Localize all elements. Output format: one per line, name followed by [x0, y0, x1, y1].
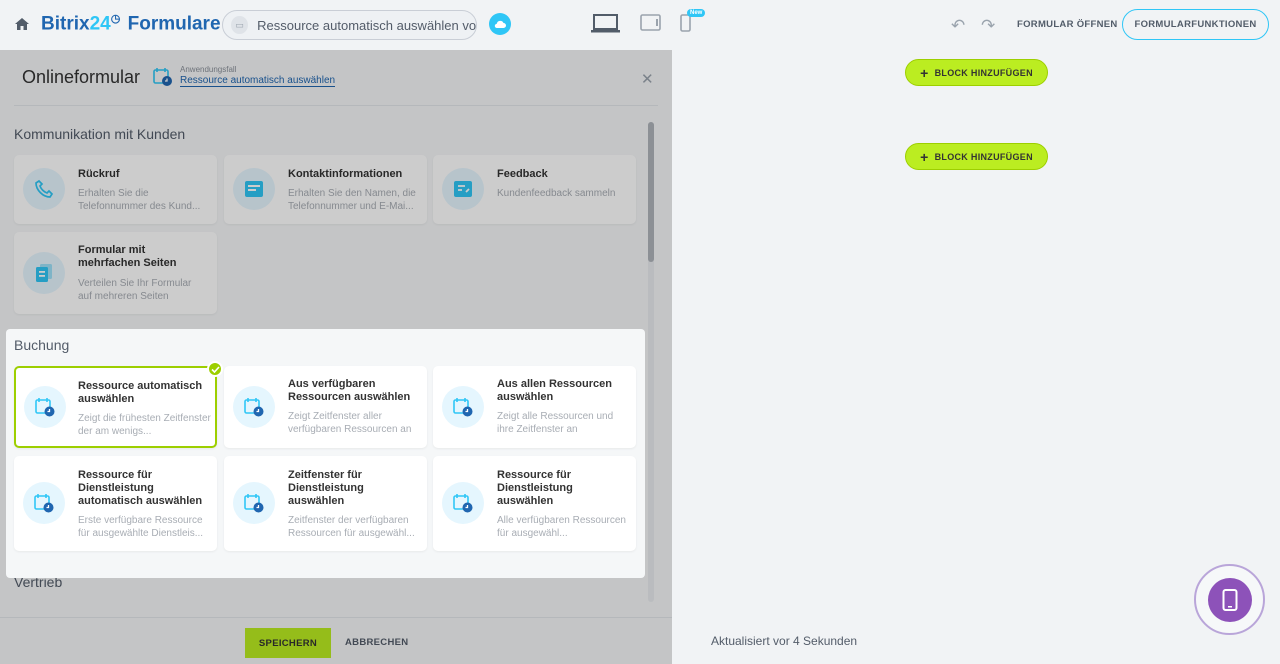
- template-card-contact-info[interactable]: Kontaktinformationen Erhalten Sie den Na…: [224, 155, 427, 224]
- top-bar: Bitrix24◷ Formulare ▭ Ressource automati…: [0, 0, 1280, 50]
- save-button[interactable]: SPEICHERN: [245, 628, 331, 658]
- phone-icon: [1207, 577, 1252, 622]
- home-icon[interactable]: [14, 16, 30, 32]
- last-updated-text: Aktualisiert vor 4 Sekunden: [711, 634, 858, 648]
- feedback-icon: [442, 168, 484, 210]
- template-card-service-resource[interactable]: Ressource für Dienstleistung auswählen A…: [433, 456, 636, 551]
- template-card-auto-resource[interactable]: Ressource automatisch auswählen Zeigt di…: [14, 366, 217, 448]
- calendar-clock-icon: [233, 386, 275, 428]
- usecase-label: Anwendungsfall: [180, 65, 237, 74]
- form-thumbnail-icon: ▭: [231, 16, 249, 34]
- brand-logo: Bitrix24◷ Formulare: [41, 13, 221, 35]
- add-block-button-2[interactable]: + BLOCK HINZUFÜGEN: [905, 143, 1048, 170]
- calendar-clock-icon: [442, 482, 484, 524]
- form-title-text: Ressource automatisch auswählen vo...: [257, 17, 476, 33]
- multipage-icon: [23, 252, 65, 294]
- template-card-available-resources[interactable]: Aus verfügbaren Ressourcen auswählen Zei…: [224, 366, 427, 448]
- tablet-view-icon[interactable]: [640, 14, 661, 31]
- contact-card-icon: [233, 168, 275, 210]
- calendar-clock-icon: [233, 482, 275, 524]
- cancel-button[interactable]: ABBRECHEN: [345, 637, 408, 648]
- template-card-callback[interactable]: Rückruf Erhalten Sie die Telefonnummer d…: [14, 155, 217, 224]
- template-card-service-auto-resource[interactable]: Ressource für Dienstleistung automatisch…: [14, 456, 217, 551]
- template-card-feedback[interactable]: Feedback Kundenfeedback sammeln: [433, 155, 636, 224]
- redo-icon[interactable]: ↷: [981, 16, 995, 36]
- cloud-save-icon[interactable]: [489, 13, 511, 35]
- section-heading-booking: Buchung: [14, 337, 70, 353]
- panel-title: Onlineformular: [22, 67, 141, 87]
- plus-icon: +: [920, 148, 929, 165]
- usecase-link[interactable]: Ressource automatisch auswählen: [180, 75, 336, 87]
- selected-check-icon: [207, 361, 223, 377]
- panel-divider: [14, 105, 658, 106]
- form-title-field[interactable]: ▭ Ressource automatisch auswählen vo...: [222, 10, 477, 40]
- panel-footer: [0, 617, 672, 664]
- open-form-link[interactable]: FORMULAR ÖFFNEN: [1017, 19, 1118, 30]
- form-functions-button[interactable]: FORMULARFUNKTIONEN: [1122, 9, 1269, 40]
- calendar-clock-icon: [24, 386, 66, 428]
- template-card-all-resources[interactable]: Aus allen Ressourcen auswählen Zeigt all…: [433, 366, 636, 448]
- new-badge: New: [687, 9, 706, 17]
- calendar-clock-icon: [23, 482, 65, 524]
- undo-icon[interactable]: ↶: [951, 16, 965, 36]
- close-icon[interactable]: ✕: [641, 70, 654, 88]
- template-card-service-timeslots[interactable]: Zeitfenster für Dienstleistung auswählen…: [224, 456, 427, 551]
- clock-icon: ◷: [110, 13, 121, 25]
- calendar-clock-icon: [442, 386, 484, 428]
- plus-icon: +: [920, 64, 929, 81]
- add-block-button-1[interactable]: + BLOCK HINZUFÜGEN: [905, 59, 1048, 86]
- calendar-icon: [153, 68, 172, 86]
- desktop-view-icon[interactable]: [591, 14, 620, 34]
- phone-call-icon: [23, 168, 65, 210]
- template-card-multipage[interactable]: Formular mit mehrfachen Seiten Verteilen…: [14, 232, 217, 314]
- panel-scrollbar[interactable]: [648, 122, 654, 602]
- scrollbar-thumb[interactable]: [648, 122, 654, 262]
- section-heading-communication: Kommunikation mit Kunden: [14, 126, 186, 142]
- mobile-preview-button[interactable]: [1194, 564, 1265, 635]
